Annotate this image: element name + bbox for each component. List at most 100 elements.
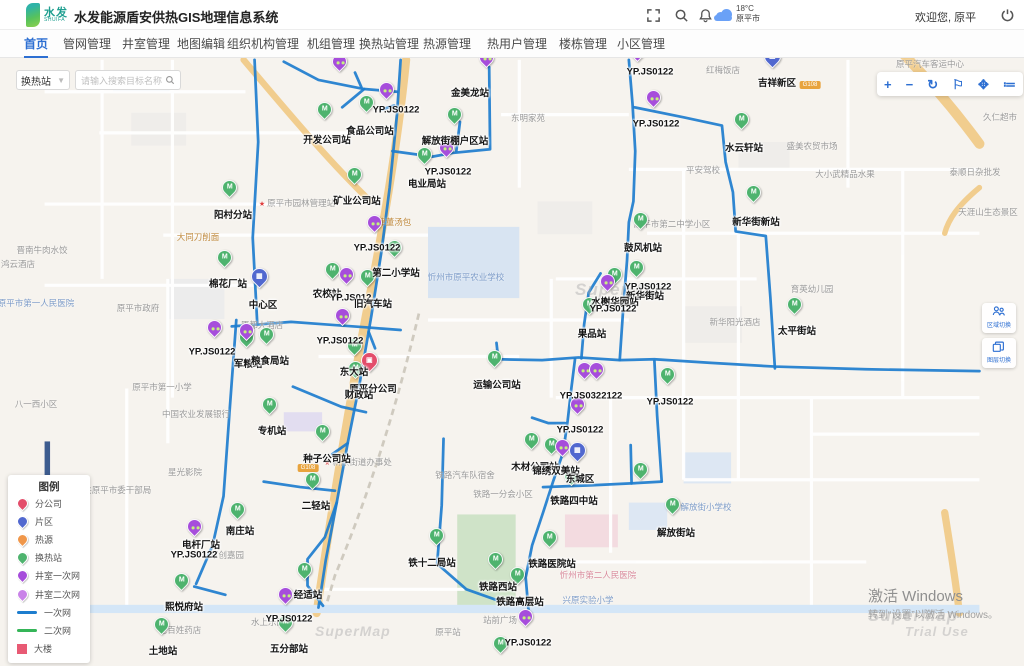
station-label[interactable]: YP.JS0122 [171, 550, 218, 561]
measure-icon[interactable]: ⚐ [952, 78, 964, 91]
well-primary-pin[interactable] [626, 58, 647, 62]
heat-station-pin[interactable]: M [413, 144, 434, 165]
heat-station-pin[interactable]: M [213, 247, 234, 268]
station-label[interactable]: 二轻站 [302, 498, 331, 512]
station-label[interactable]: YP.JS0122 [590, 304, 637, 315]
heat-station-pin[interactable]: M [484, 549, 505, 570]
heat-station-pin[interactable]: M [226, 499, 247, 520]
search-category-select[interactable]: 换热站 ▼ [16, 70, 70, 90]
heat-station-pin[interactable]: M [538, 527, 559, 548]
station-label[interactable]: 南庄站 [226, 523, 255, 537]
heat-station-pin[interactable]: M [218, 177, 239, 198]
heat-station-pin[interactable]: M [661, 494, 682, 515]
station-label[interactable]: 水云轩站 [725, 140, 763, 154]
heat-station-pin[interactable]: M [343, 164, 364, 185]
station-label[interactable]: 鼓风机站 [624, 240, 662, 254]
station-label[interactable]: 开发公司站 [303, 132, 351, 146]
heat-station-pin[interactable]: M [742, 182, 763, 203]
station-label[interactable]: YP.JS0122 [354, 243, 401, 254]
search-icon[interactable] [165, 75, 175, 85]
station-label[interactable]: YP.JS0122 [647, 397, 694, 408]
well-primary-pin[interactable] [642, 87, 663, 108]
station-label[interactable]: 铁路四中站 [550, 493, 598, 507]
station-label[interactable]: 铁路西站 [479, 579, 517, 593]
station-label[interactable]: 专机站 [258, 423, 287, 437]
bell-icon[interactable] [698, 8, 713, 23]
station-label[interactable]: YP.JS0122 [425, 167, 472, 178]
map-canvas[interactable]: SuperMap SuperMap SuperMap Trial Use 激活 … [0, 58, 1024, 666]
heat-station-pin[interactable]: M [520, 429, 541, 450]
heat-station-pin[interactable]: M [629, 459, 650, 480]
station-label[interactable]: YP.JS0122 [189, 347, 236, 358]
tab-0[interactable]: 首页 [24, 30, 48, 58]
station-label[interactable]: YP.JS0122 [266, 614, 313, 625]
well-primary-pin[interactable] [514, 606, 535, 627]
search-input[interactable]: 请输入搜索目标名称 [75, 70, 181, 90]
heat-station-pin[interactable]: M [783, 294, 804, 315]
zoom-in-icon[interactable]: + [884, 78, 892, 91]
heat-station-pin[interactable]: M [313, 99, 334, 120]
heat-station-pin[interactable]: M [258, 394, 279, 415]
station-label[interactable]: 财政站 [345, 387, 374, 401]
tab-5[interactable]: 机组管理 [307, 30, 355, 58]
well-primary-pin[interactable] [375, 79, 396, 100]
station-label[interactable]: 食品公司站 [346, 123, 394, 137]
station-label[interactable]: 熙悦府站 [165, 599, 203, 613]
station-label[interactable]: 运输公司站 [473, 377, 521, 391]
heat-station-pin[interactable]: M [293, 559, 314, 580]
tab-6[interactable]: 换热站管理 [359, 30, 419, 58]
heat-station-pin[interactable]: M [483, 347, 504, 368]
well-primary-pin[interactable] [328, 58, 349, 72]
layer-switch-button[interactable]: 图层切换 [982, 338, 1016, 368]
heat-station-pin[interactable]: M [170, 570, 191, 591]
station-label[interactable]: YP.JS0122 [317, 336, 364, 347]
station-label[interactable]: 金美龙站 [451, 85, 489, 99]
station-label[interactable]: 矿业公司站 [333, 193, 381, 207]
logout-icon[interactable] [1000, 8, 1015, 23]
station-label[interactable]: YP.JS0122 [505, 638, 552, 649]
tab-2[interactable]: 井室管理 [122, 30, 170, 58]
well-primary-pin[interactable] [274, 584, 295, 605]
station-label[interactable]: 东大站 [340, 364, 369, 378]
station-label[interactable]: 东城区 [566, 471, 595, 485]
station-label[interactable]: 第二小学站 [372, 265, 420, 279]
tab-1[interactable]: 管网管理 [63, 30, 111, 58]
station-label[interactable]: 粮食局站 [251, 353, 289, 367]
station-label[interactable]: YP.JS0122 [557, 425, 604, 436]
heat-station-pin[interactable]: M [625, 257, 646, 278]
station-label[interactable]: 电业局站 [408, 176, 446, 190]
station-label[interactable]: 解放街棚户区站 [422, 133, 489, 147]
station-label[interactable]: 果品站 [578, 326, 607, 340]
station-label[interactable]: 新华街新站 [732, 214, 780, 228]
station-label[interactable]: 旧汽车站 [354, 296, 392, 310]
list-icon[interactable]: ≔ [1003, 78, 1016, 91]
station-label[interactable]: 种子公司站 [303, 451, 351, 465]
heat-station-pin[interactable]: M [730, 109, 751, 130]
station-label[interactable]: 棉花厂站 [209, 276, 247, 290]
tab-3[interactable]: 地图编辑 [177, 30, 225, 58]
heat-station-pin[interactable]: M [311, 421, 332, 442]
station-label[interactable]: 五分部站 [270, 641, 308, 655]
district-pin[interactable]: ▦ [760, 58, 784, 69]
station-label[interactable]: YP.JS0322122 [560, 391, 623, 402]
reset-icon[interactable]: ↻ [927, 78, 938, 91]
heat-station-pin[interactable]: M [656, 364, 677, 385]
station-label[interactable]: YP.JS0122 [373, 105, 420, 116]
tab-10[interactable]: 小区管理 [617, 30, 665, 58]
station-label[interactable]: 阳村分站 [214, 207, 252, 221]
tab-8[interactable]: 热用户管理 [487, 30, 547, 58]
station-label[interactable]: 土地站 [149, 643, 178, 657]
district-pin[interactable]: ▦ [247, 264, 271, 288]
zoom-out-icon[interactable]: − [906, 78, 914, 91]
well-primary-pin[interactable] [475, 58, 496, 68]
well-primary-pin[interactable] [203, 317, 224, 338]
heat-station-pin[interactable]: M [301, 469, 322, 490]
station-label[interactable]: 铁路高层站 [496, 594, 544, 608]
tab-9[interactable]: 楼栋管理 [559, 30, 607, 58]
region-switch-button[interactable]: 区域切换 [982, 303, 1016, 333]
heat-station-pin[interactable]: M [425, 525, 446, 546]
station-label[interactable]: 中心区 [249, 297, 278, 311]
search-icon[interactable] [674, 8, 689, 23]
heat-station-pin[interactable]: M [443, 104, 464, 125]
station-label[interactable]: 吉祥新区 [758, 75, 796, 89]
